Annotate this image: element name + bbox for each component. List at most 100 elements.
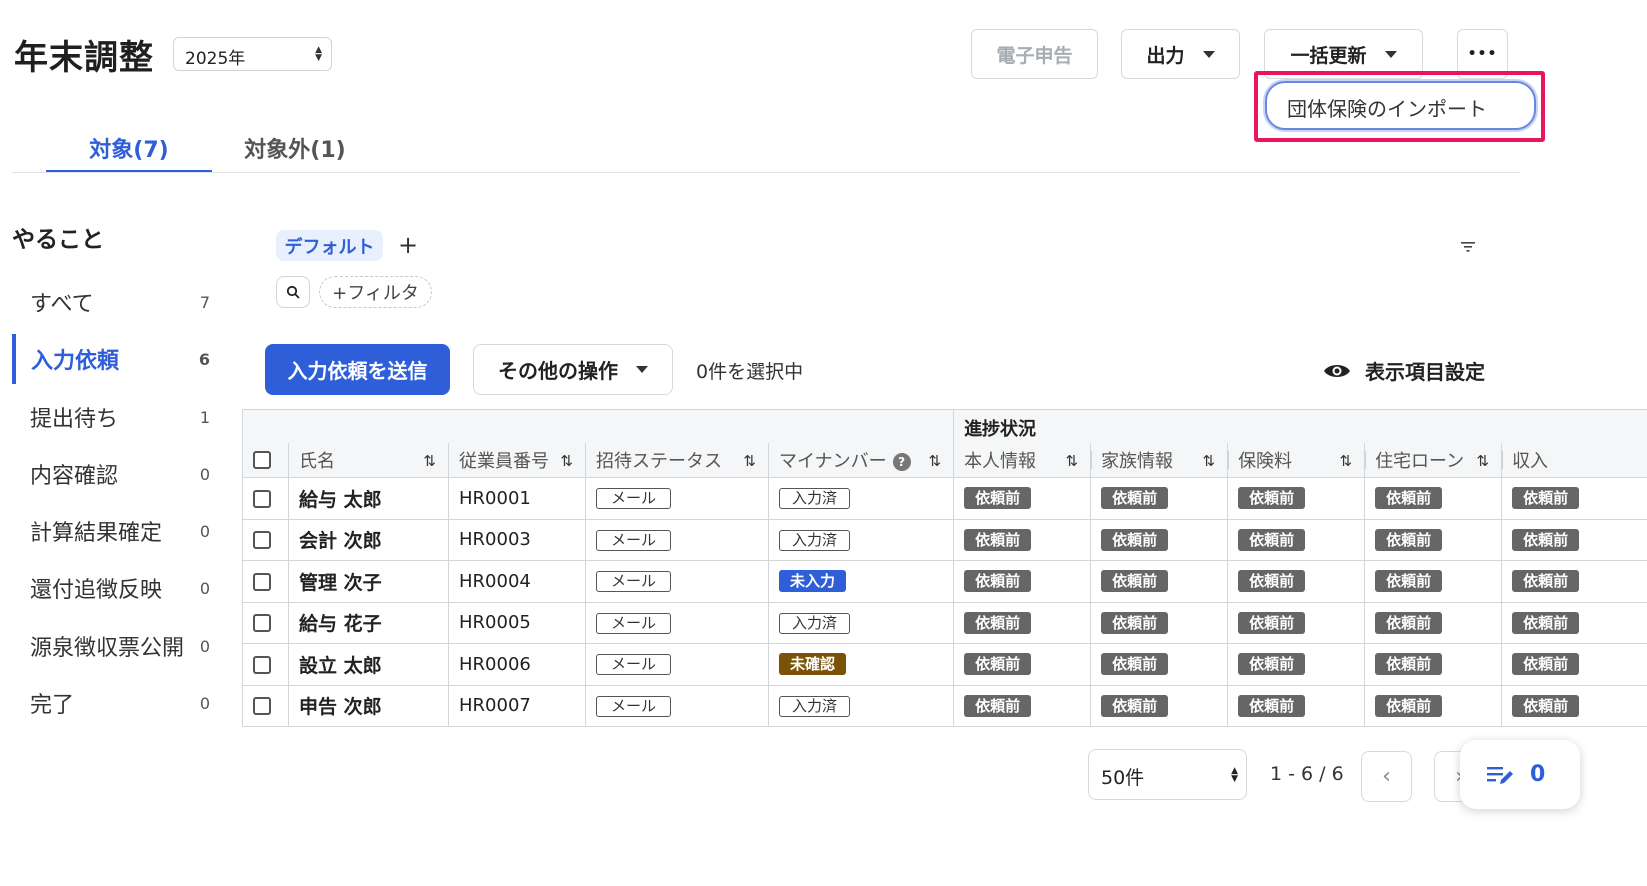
prev-page-button[interactable]: ‹ — [1361, 751, 1412, 802]
view-default-chip[interactable]: デフォルト — [276, 230, 383, 261]
table-row[interactable]: 会計 次郎 HR0003 メール 入力済 依頼前 依頼前 依頼前 依頼前 依頼前 — [242, 518, 1647, 561]
table-row[interactable]: 給与 花子 HR0005 メール 入力済 依頼前 依頼前 依頼前 依頼前 依頼前 — [242, 601, 1647, 644]
sidebar-item-waiting-submission[interactable]: 提出待ち 1 — [12, 392, 222, 442]
employee-no: HR0007 — [448, 684, 586, 727]
employee-table: 進捗状況 氏名 ⇅ 従業員番号 ⇅ 招待ステータス ⇅ マイナンバー? ⇅ 本人情報 ⇅ … — [241, 409, 1647, 727]
row-select-cell[interactable] — [242, 601, 289, 644]
sort-icon[interactable]: ⇅ — [1476, 452, 1489, 470]
caret-down-icon — [1384, 50, 1397, 58]
sort-icon[interactable]: ⇅ — [743, 452, 756, 470]
status-badge: 依頼前 — [1512, 487, 1580, 510]
status-badge: 依頼前 — [1375, 487, 1443, 510]
row-select-cell[interactable] — [242, 560, 289, 603]
sidebar-item-all[interactable]: すべて 7 — [12, 277, 222, 327]
row-select-cell[interactable] — [242, 643, 289, 686]
sidebar-item-withholding-publish[interactable]: 源泉徴収票公開 0 — [12, 621, 222, 671]
edit-list-fab[interactable]: 0 — [1460, 740, 1580, 809]
employee-name[interactable]: 給与 花子 — [288, 601, 449, 644]
sidebar-item-complete[interactable]: 完了 0 — [12, 678, 222, 728]
tab-non-target[interactable]: 対象外(1) — [212, 132, 378, 173]
output-button[interactable]: 出力 — [1121, 29, 1240, 79]
sidebar-item-label: 計算結果確定 — [30, 521, 163, 546]
add-filter-button[interactable]: +フィルタ — [319, 276, 432, 308]
employee-name-text: 申告 次郎 — [299, 696, 382, 719]
sidebar-item-label: 提出待ち — [30, 407, 119, 432]
status-badge: 依頼前 — [1238, 694, 1306, 717]
employee-no: HR0001 — [448, 477, 586, 520]
status-badge: 依頼前 — [1512, 570, 1580, 593]
employee-name-text: 設立 太郎 — [299, 654, 382, 677]
col-family-info[interactable]: 家族情報 ⇅ — [1090, 442, 1229, 478]
row-checkbox[interactable] — [253, 655, 271, 674]
progress-cell: 依頼前 — [1501, 643, 1647, 686]
col-insurance[interactable]: 保険料 ⇅ — [1227, 442, 1366, 478]
progress-cell: 依頼前 — [953, 643, 1092, 686]
row-checkbox[interactable] — [253, 614, 271, 633]
import-group-insurance-item[interactable]: 団体保険のインポート — [1265, 81, 1536, 130]
sidebar-item-calc-confirm[interactable]: 計算結果確定 0 — [12, 506, 222, 556]
row-select-cell[interactable] — [242, 518, 289, 561]
progress-cell: 依頼前 — [953, 601, 1092, 644]
status-badge: 依頼前 — [1512, 528, 1580, 551]
row-select-cell[interactable] — [242, 684, 289, 727]
sort-icon[interactable]: ⇅ — [423, 452, 436, 470]
year-select-value: 2025年 — [185, 49, 246, 69]
my-number-badge: 入力済 — [779, 612, 851, 634]
employee-name[interactable]: 設立 太郎 — [288, 643, 449, 686]
select-all-checkbox[interactable] — [253, 451, 271, 470]
row-select-cell[interactable] — [242, 477, 289, 520]
employee-name[interactable]: 管理 次子 — [288, 560, 449, 603]
col-invite-status[interactable]: 招待ステータス ⇅ — [585, 442, 769, 478]
my-number-badge: 未入力 — [779, 570, 847, 593]
sidebar-item-content-review[interactable]: 内容確認 0 — [12, 449, 222, 499]
help-icon[interactable]: ? — [892, 452, 911, 471]
row-checkbox[interactable] — [253, 531, 271, 550]
table-row[interactable]: 設立 太郎 HR0006 メール 未確認 依頼前 依頼前 依頼前 依頼前 依頼前 — [242, 643, 1647, 686]
sidebar-item-label: 源泉徴収票公開 — [30, 636, 185, 661]
employee-name[interactable]: 給与 太郎 — [288, 477, 449, 520]
sidebar-item-input-request[interactable]: 入力依頼 6 — [12, 334, 222, 384]
col-my-number[interactable]: マイナンバー? ⇅ — [767, 442, 955, 478]
progress-cell: 依頼前 — [1227, 684, 1366, 727]
display-settings-button[interactable]: 表示項目設定 — [1323, 356, 1485, 385]
col-self-info[interactable]: 本人情報 ⇅ — [953, 442, 1092, 478]
row-checkbox[interactable] — [253, 572, 271, 591]
header-spacer — [241, 409, 955, 443]
col-income[interactable]: 収入 — [1501, 442, 1647, 478]
col-my-number-label: マイナンバー — [779, 450, 887, 472]
col-housing-loan[interactable]: 住宅ローン ⇅ — [1364, 442, 1503, 478]
sidebar-item-refund-reflection[interactable]: 還付追徴反映 0 — [12, 563, 222, 613]
sort-icon[interactable]: ⇅ — [560, 452, 573, 470]
row-checkbox[interactable] — [253, 489, 271, 508]
invite-status-badge: メール — [596, 529, 672, 551]
employee-name[interactable]: 申告 次郎 — [288, 684, 449, 727]
add-view-button[interactable]: + — [398, 231, 418, 259]
search-button[interactable] — [276, 276, 310, 308]
page-range: 1 - 6 / 6 — [1270, 763, 1344, 785]
status-badge: 依頼前 — [1238, 653, 1306, 676]
employee-name[interactable]: 会計 次郎 — [288, 518, 449, 561]
e-filing-button[interactable]: 電子申告 — [971, 29, 1098, 79]
year-select[interactable]: 2025年 ▲ ▼ — [173, 37, 332, 71]
sort-icon[interactable]: ⇅ — [1202, 452, 1215, 470]
other-operations-button[interactable]: その他の操作 — [473, 344, 673, 395]
col-employee-no[interactable]: 従業員番号 ⇅ — [448, 442, 586, 478]
status-badge: 依頼前 — [1512, 694, 1580, 717]
sort-icon[interactable]: ⇅ — [1065, 452, 1078, 470]
per-page-select[interactable]: 50件 ▲ ▼ — [1088, 749, 1247, 800]
my-number-badge: 未確認 — [779, 653, 847, 676]
employee-name-text: 管理 次子 — [299, 571, 382, 594]
col-name[interactable]: 氏名 ⇅ — [288, 442, 449, 478]
sort-icon[interactable]: ⇅ — [928, 452, 941, 470]
employee-name-text: 会計 次郎 — [299, 530, 382, 553]
send-input-request-button[interactable]: 入力依頼を送信 — [265, 344, 450, 395]
row-checkbox[interactable] — [253, 697, 271, 716]
sort-icon[interactable]: ⇅ — [1339, 452, 1352, 470]
tab-target[interactable]: 対象(7) — [46, 132, 212, 173]
sidebar-item-label: すべて — [30, 292, 94, 317]
table-row[interactable]: 給与 太郎 HR0001 メール 入力済 依頼前 依頼前 依頼前 依頼前 依頼前 — [242, 477, 1647, 520]
table-row[interactable]: 申告 次郎 HR0007 メール 入力済 依頼前 依頼前 依頼前 依頼前 依頼前 — [242, 684, 1647, 727]
filter-lines-icon[interactable] — [1460, 238, 1476, 257]
select-all-cell[interactable] — [242, 442, 289, 478]
table-row[interactable]: 管理 次子 HR0004 メール 未入力 依頼前 依頼前 依頼前 依頼前 依頼前 — [242, 560, 1647, 603]
